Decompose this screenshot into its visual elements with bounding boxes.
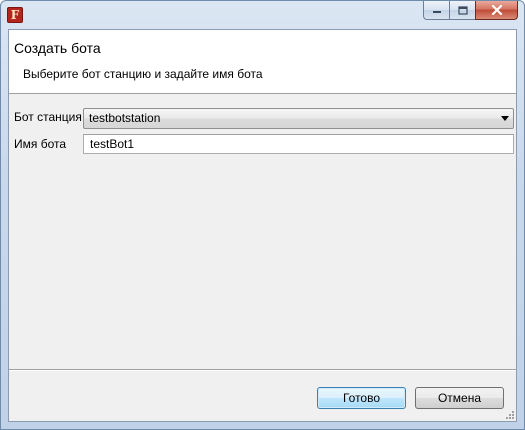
close-button[interactable] [475,1,518,20]
station-select-value: testbotstation [89,111,161,125]
maximize-icon [457,5,468,15]
app-icon-letter: F [10,8,20,22]
chevron-down-icon[interactable] [501,116,509,121]
dialog-window: F Создать бота Выберите бот станцию и за… [0,0,525,430]
footer-divider [9,369,516,371]
app-icon[interactable]: F [7,7,23,23]
minimize-button[interactable] [423,1,449,20]
title-bar[interactable]: F [1,1,524,29]
name-label: Имя бота [14,137,67,151]
minimize-icon [432,11,441,13]
resize-grip-icon[interactable] [505,410,515,420]
name-input-value: testBot1 [90,137,135,151]
dialog-header: Создать бота Выберите бот станцию и зада… [9,30,516,94]
station-select[interactable]: testbotstation [83,108,514,129]
dialog-client-area: Создать бота Выберите бот станцию и зада… [8,29,517,422]
name-input[interactable]: testBot1 [83,134,514,154]
page-description: Выберите бот станцию и задайте имя бота [23,67,263,81]
caption-buttons [423,1,518,21]
station-label: Бот станция [14,110,82,124]
page-title: Создать бота [14,40,101,56]
finish-button[interactable]: Готово [317,387,406,409]
maximize-button[interactable] [449,1,475,20]
close-icon [491,5,502,15]
cancel-button[interactable]: Отмена [415,387,504,409]
